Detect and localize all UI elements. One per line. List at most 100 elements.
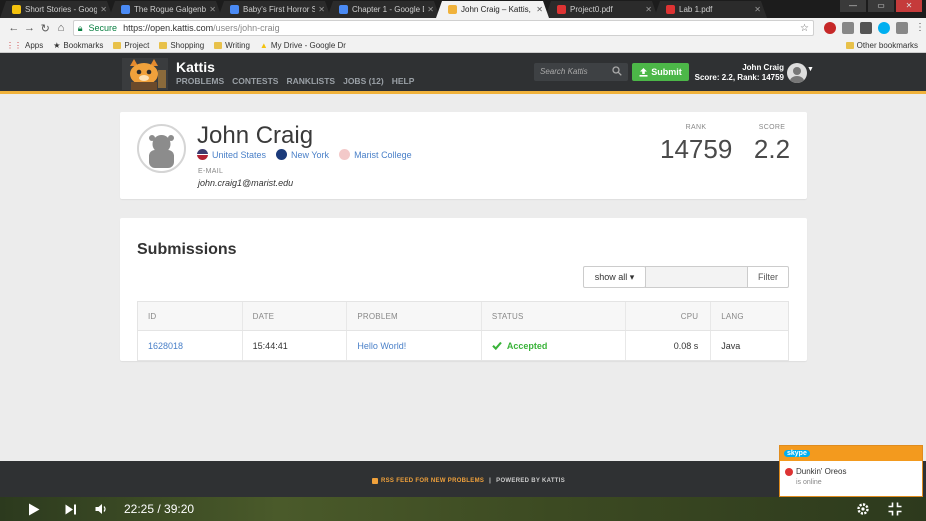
nav-ranklists[interactable]: RANKLISTS bbox=[286, 76, 335, 86]
main-nav: PROBLEMS CONTESTS RANKLISTS JOBS (12) HE… bbox=[176, 76, 414, 86]
browser-tab[interactable]: Chapter 1 - Google Docs ✕ bbox=[327, 1, 440, 18]
browser-tab-active[interactable]: John Craig – Kattis, Katt ✕ bbox=[436, 1, 549, 18]
country-link[interactable]: United States bbox=[197, 149, 266, 160]
google-docs-icon bbox=[230, 5, 239, 14]
minimize-icon[interactable]: — bbox=[840, 0, 866, 12]
google-drive-icon: ▲ bbox=[259, 40, 268, 50]
close-tab-icon[interactable]: ✕ bbox=[754, 5, 761, 14]
home-icon[interactable]: ⌂ bbox=[53, 22, 69, 34]
filter-input[interactable] bbox=[645, 266, 748, 288]
submissions-table: ID DATE PROBLEM STATUS CPU LANG 1628018 … bbox=[137, 301, 789, 361]
browser-tab[interactable]: The Rogue Galgenberg✕ bbox=[109, 1, 222, 18]
play-icon[interactable] bbox=[28, 497, 40, 521]
tab-title: Short Stories - Google Dr bbox=[25, 5, 98, 14]
bookmark-bookmarks[interactable]: ★ Bookmarks bbox=[53, 41, 103, 50]
tab-title: Lab 1.pdf bbox=[679, 5, 713, 14]
bookmark-star-icon[interactable]: ☆ bbox=[800, 23, 809, 34]
submissions-card: Submissions show all ▾ Filter ID DATE PR… bbox=[120, 218, 807, 361]
user-info[interactable]: John Craig Score: 2.2, Rank: 14759 bbox=[688, 63, 784, 83]
school-label: Marist College bbox=[354, 149, 412, 160]
chevron-down-icon[interactable]: ▼ bbox=[807, 66, 814, 73]
browser-tab[interactable]: Baby's First Horror Story✕ bbox=[218, 1, 331, 18]
tab-title: Baby's First Horror Story bbox=[243, 5, 316, 14]
profile-card: John Craig United States New York Marist… bbox=[120, 112, 807, 199]
close-tab-icon[interactable]: ✕ bbox=[318, 5, 325, 14]
bookmark-apps[interactable]: ⋮⋮ Apps bbox=[6, 41, 43, 50]
school-link[interactable]: Marist College bbox=[339, 149, 412, 160]
bookmark-shopping[interactable]: Shopping bbox=[159, 41, 204, 50]
score-stat: SCORE 2.2 bbox=[748, 124, 796, 165]
email-value: john.craig1@marist.edu bbox=[198, 178, 294, 188]
bookmarks-bar: ⋮⋮ Apps ★ Bookmarks Project Shopping Writi… bbox=[0, 38, 926, 53]
column-header-problem[interactable]: PROBLEM bbox=[347, 302, 482, 330]
kattis-logo-icon[interactable] bbox=[122, 58, 168, 90]
column-header-date[interactable]: DATE bbox=[243, 302, 348, 330]
browser-tab[interactable]: Short Stories - Google Dr✕ bbox=[0, 1, 113, 18]
region-link[interactable]: New York bbox=[276, 149, 329, 160]
back-icon[interactable]: ← bbox=[6, 22, 22, 34]
profile-name: John Craig bbox=[197, 122, 314, 149]
rss-link[interactable]: RSS FEED FOR NEW PROBLEMS bbox=[372, 478, 484, 484]
menu-icon[interactable]: ⋮ bbox=[914, 22, 926, 34]
column-header-id[interactable]: ID bbox=[138, 302, 243, 330]
close-tab-icon[interactable]: ✕ bbox=[209, 5, 216, 14]
brand-name[interactable]: Kattis bbox=[176, 59, 215, 75]
apps-grid-icon: ⋮⋮ bbox=[6, 40, 22, 50]
next-icon[interactable] bbox=[65, 497, 77, 521]
close-tab-icon[interactable]: ✕ bbox=[536, 5, 543, 14]
close-tab-icon[interactable]: ✕ bbox=[100, 5, 107, 14]
kattis-icon bbox=[448, 5, 457, 14]
close-tab-icon[interactable]: ✕ bbox=[427, 5, 434, 14]
folder-icon bbox=[113, 41, 122, 49]
google-docs-icon bbox=[121, 5, 130, 14]
maximize-icon[interactable]: ▭ bbox=[868, 0, 894, 12]
submission-id-link[interactable]: 1628018 bbox=[138, 331, 243, 360]
bookmark-writing[interactable]: Writing bbox=[214, 41, 250, 50]
extension-icon[interactable] bbox=[896, 22, 909, 34]
nav-problems[interactable]: PROBLEMS bbox=[176, 76, 224, 86]
submit-button[interactable]: Submit bbox=[632, 63, 689, 81]
submission-date: 15:44:41 bbox=[243, 331, 348, 360]
school-seal-icon bbox=[339, 149, 351, 160]
extension-icon[interactable] bbox=[842, 22, 855, 34]
powered-by[interactable]: POWERED BY KATTIS bbox=[496, 478, 565, 484]
url-text: https://open.kattis.com/users/john-craig bbox=[123, 23, 280, 33]
exit-fullscreen-icon[interactable] bbox=[888, 497, 902, 521]
bookmark-my-drive[interactable]: ▲ My Drive - Google Dr bbox=[260, 41, 346, 50]
bookmark-project[interactable]: Project bbox=[113, 41, 149, 50]
browser-tab[interactable]: Project0.pdf ✕ bbox=[545, 1, 658, 18]
folder-icon bbox=[214, 41, 223, 49]
filter-button[interactable]: Filter bbox=[747, 266, 789, 288]
url-input[interactable]: 🔒︎ Secure https://open.kattis.com/users/… bbox=[72, 20, 815, 36]
close-tab-icon[interactable]: ✕ bbox=[645, 5, 652, 14]
close-window-icon[interactable]: ✕ bbox=[896, 0, 922, 12]
adblock-icon[interactable] bbox=[824, 22, 837, 34]
reload-icon[interactable]: ↻ bbox=[37, 22, 53, 35]
avatar[interactable] bbox=[787, 63, 807, 83]
user-silhouette-icon bbox=[790, 67, 804, 83]
region-label: New York bbox=[291, 149, 330, 160]
browser-tab[interactable]: Lab 1.pdf ✕ bbox=[654, 1, 767, 18]
nav-contests[interactable]: CONTESTS bbox=[232, 76, 278, 86]
contact-status: is online bbox=[796, 479, 822, 486]
settings-icon[interactable] bbox=[856, 497, 870, 521]
nav-help[interactable]: HELP bbox=[392, 76, 415, 86]
forward-icon[interactable]: → bbox=[22, 22, 38, 34]
column-header-lang[interactable]: LANG bbox=[711, 302, 788, 330]
skype-notification[interactable]: skype Dunkin' Oreos is online bbox=[779, 445, 923, 497]
column-header-status[interactable]: STATUS bbox=[482, 302, 627, 330]
volume-icon[interactable] bbox=[95, 497, 109, 521]
search-icon[interactable] bbox=[612, 66, 622, 76]
extension-icon[interactable] bbox=[860, 22, 873, 34]
bookmark-label: My Drive - Google Dr bbox=[270, 40, 346, 50]
problem-link[interactable]: Hello World! bbox=[347, 331, 482, 360]
user-name: John Craig bbox=[742, 63, 784, 72]
submit-label: Submit bbox=[651, 67, 682, 77]
column-header-cpu[interactable]: CPU bbox=[626, 302, 712, 330]
bookmark-label: Apps bbox=[25, 40, 44, 50]
show-all-dropdown[interactable]: show all ▾ bbox=[583, 266, 646, 288]
tab-title: Project0.pdf bbox=[570, 5, 613, 14]
nav-jobs[interactable]: JOBS (12) bbox=[343, 76, 384, 86]
skype-ext-icon[interactable] bbox=[878, 22, 891, 34]
bookmark-other[interactable]: Other bookmarks bbox=[845, 41, 918, 50]
